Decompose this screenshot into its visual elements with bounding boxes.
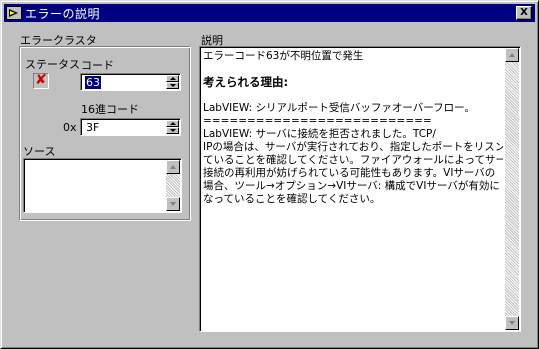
scroll-down-icon[interactable] <box>505 316 519 330</box>
explanation-line: 接続の再利用が妨げられている可能性もあります。VIサーバの <box>203 167 496 179</box>
code-spinner[interactable] <box>166 75 179 90</box>
hex-code-field[interactable]: 3F <box>80 118 181 136</box>
increment-icon[interactable] <box>166 120 179 127</box>
explanation-line: LabVIEW: サーバに接続を拒否されました。TCP/ <box>203 128 436 140</box>
explanation-line <box>203 89 503 102</box>
explanation-text: エラーコード63が不明位置で発生 考えられる理由: LabVIEW: シリアルポ… <box>203 50 503 206</box>
increment-icon[interactable] <box>166 75 179 82</box>
hex-code-label: 16進コード <box>81 103 139 116</box>
explanation-line: IPの場合は、サーバが実行されており、指定したポートをリスンし <box>203 141 503 153</box>
scroll-down-icon[interactable] <box>166 197 180 211</box>
decrement-icon[interactable] <box>166 127 179 134</box>
code-label: コード <box>81 59 114 72</box>
status-label: ステータス <box>25 58 80 71</box>
window-title: エラーの説明 <box>25 6 101 21</box>
status-error-icon: ✘ <box>33 73 49 89</box>
explanation-line <box>203 63 503 76</box>
explanation-field[interactable]: エラーコード63が不明位置で発生 考えられる理由: LabVIEW: シリアルポ… <box>199 46 521 332</box>
explanation-line: 場合、ツール→オプション→VIサーバ: 構成でVIサーバが有効に <box>203 180 500 192</box>
explanation-line: ていることを確認してください。ファイアウォールによってサーバによる <box>203 154 503 166</box>
error-description-dialog: エラーの説明 X エラークラスタ ステータス ✘ コード 63 16進コード 0… <box>0 0 539 349</box>
scroll-up-icon[interactable] <box>166 160 180 174</box>
code-value[interactable]: 63 <box>85 76 101 89</box>
decrement-icon[interactable] <box>166 82 179 89</box>
explanation-line: なっていることを確認してください。 <box>203 193 381 205</box>
source-field[interactable] <box>23 158 182 213</box>
separator-line: ========================== <box>203 115 432 127</box>
hex-prefix: 0x <box>63 121 77 134</box>
labview-vi-icon <box>6 6 22 20</box>
source-scrollbar[interactable] <box>166 160 180 211</box>
source-label: ソース <box>23 145 56 158</box>
hex-code-value[interactable]: 3F <box>85 121 100 134</box>
code-field[interactable]: 63 <box>80 73 181 91</box>
explanation-line: エラーコード63が不明位置で発生 <box>203 50 364 62</box>
close-button[interactable]: X <box>516 6 532 20</box>
hex-spinner[interactable] <box>166 120 179 135</box>
scroll-up-icon[interactable] <box>505 48 519 62</box>
title-bar[interactable]: エラーの説明 X <box>4 4 535 22</box>
reasons-heading: 考えられる理由: <box>203 76 289 89</box>
explanation-line: LabVIEW: シリアルポート受信バッファオーバーフロー。 <box>203 102 476 114</box>
explanation-scrollbar[interactable] <box>505 48 519 330</box>
